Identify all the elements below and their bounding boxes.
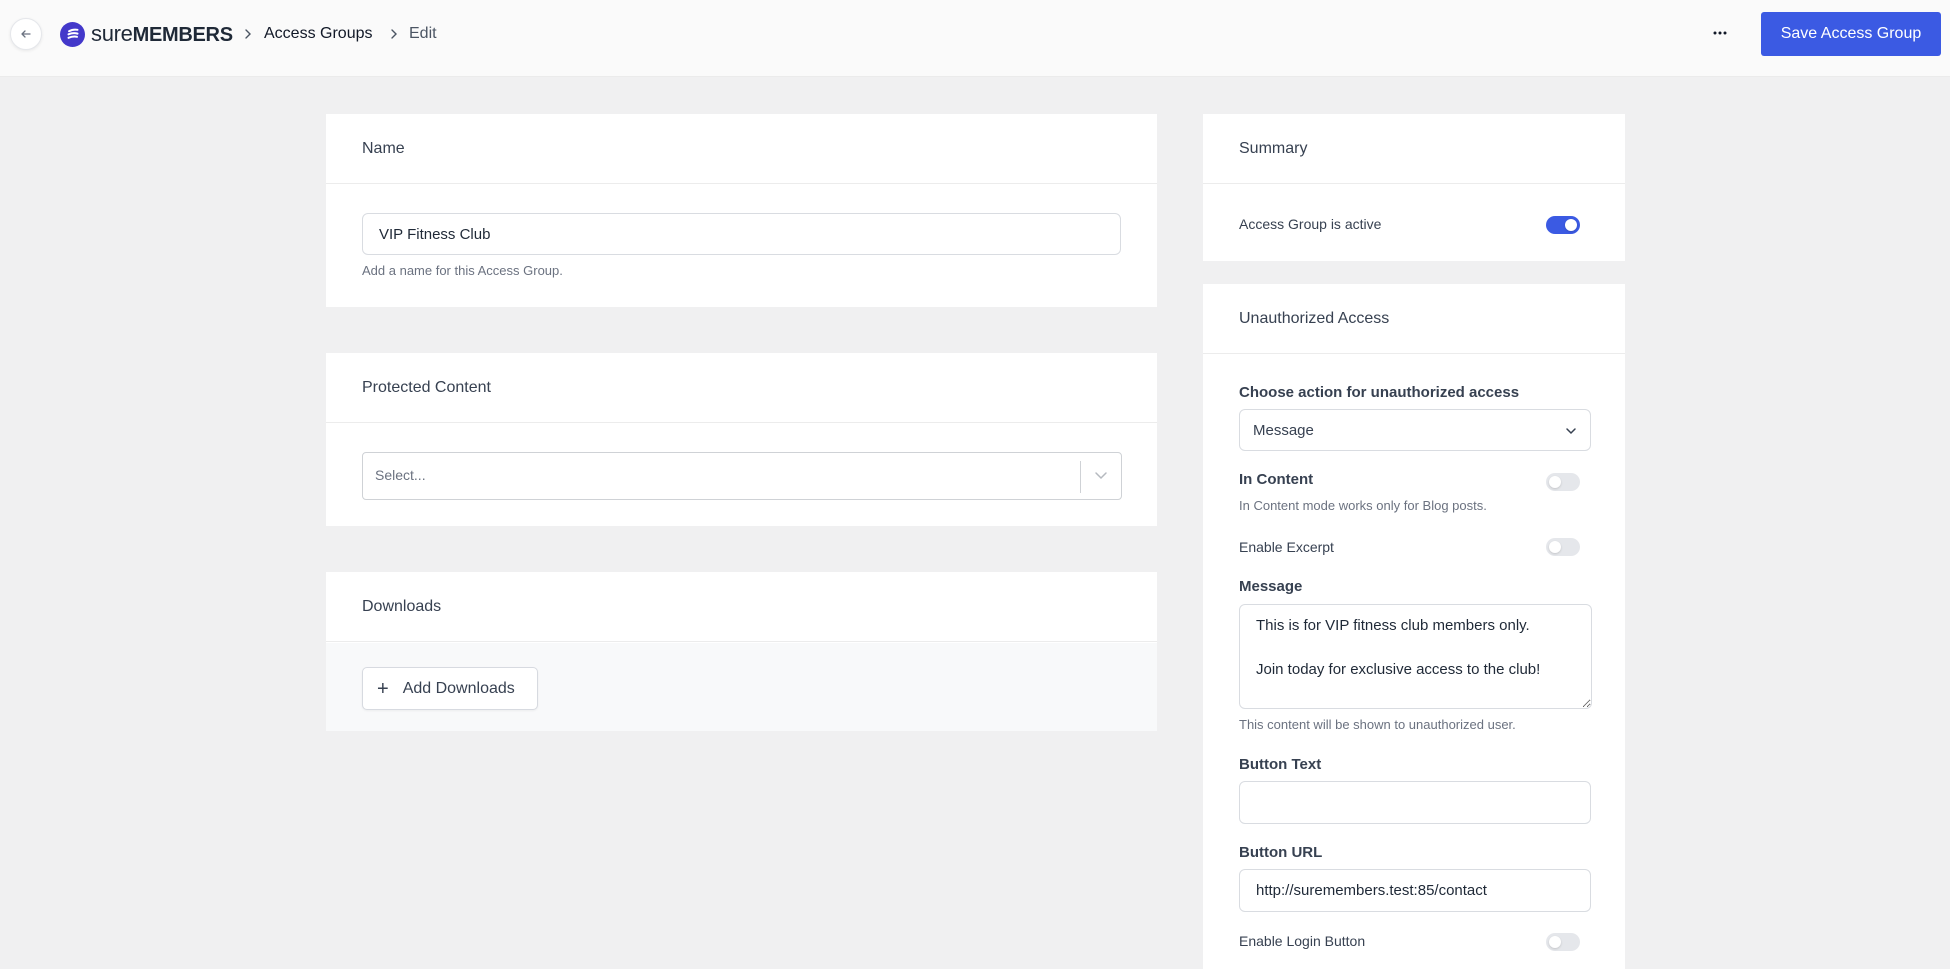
- add-downloads-button[interactable]: + Add Downloads: [362, 667, 538, 710]
- suremembers-logo-icon: [60, 21, 85, 47]
- summary-title: Summary: [1203, 114, 1625, 184]
- logo-text-sure: sure: [91, 20, 133, 46]
- more-options-button[interactable]: [1706, 22, 1734, 46]
- select-placeholder: Select...: [375, 467, 426, 483]
- arrow-left-icon: [21, 30, 31, 38]
- suremembers-logo[interactable]: sureMEMBERS: [60, 21, 233, 47]
- toggle-knob: [1549, 541, 1561, 553]
- protected-content-title: Protected Content: [326, 353, 1157, 423]
- top-header: sureMEMBERS Access Groups Edit Save Acce…: [0, 0, 1950, 77]
- name-help-text: Add a name for this Access Group.: [362, 263, 563, 278]
- downloads-title: Downloads: [326, 572, 1157, 642]
- name-card-title: Name: [326, 114, 1157, 184]
- downloads-card: Downloads + Add Downloads: [326, 572, 1157, 731]
- button-url-label: Button URL: [1239, 844, 1323, 861]
- unauthorized-access-title: Unauthorized Access: [1203, 284, 1625, 354]
- button-text-label: Button Text: [1239, 756, 1322, 773]
- message-textarea[interactable]: [1239, 604, 1592, 709]
- button-text-input[interactable]: [1239, 781, 1591, 824]
- access-group-name-input[interactable]: [362, 213, 1121, 255]
- plus-icon: +: [377, 677, 389, 700]
- ellipsis-icon: [1713, 31, 1727, 35]
- protected-content-select[interactable]: Select...: [362, 452, 1122, 500]
- action-label: Choose action for unauthorized access: [1239, 384, 1520, 401]
- breadcrumb-edit: Edit: [409, 25, 437, 42]
- toggle-knob: [1549, 936, 1561, 948]
- unauthorized-access-card: Unauthorized Access Choose action for un…: [1203, 284, 1625, 969]
- toggle-knob: [1549, 476, 1561, 488]
- logo-text: sureMEMBERS: [91, 21, 233, 48]
- active-toggle[interactable]: [1546, 216, 1580, 234]
- downloads-body: + Add Downloads: [326, 643, 1157, 731]
- message-help: This content will be shown to unauthoriz…: [1239, 717, 1516, 732]
- message-label: Message: [1239, 578, 1303, 595]
- unauthorized-action-select[interactable]: Message: [1239, 409, 1591, 451]
- in-content-label: In Content: [1239, 471, 1314, 488]
- enable-excerpt-toggle[interactable]: [1546, 538, 1580, 556]
- breadcrumb-access-groups[interactable]: Access Groups: [264, 24, 372, 44]
- save-access-group-button[interactable]: Save Access Group: [1761, 12, 1941, 56]
- name-card: Name Add a name for this Access Group.: [326, 114, 1157, 307]
- protected-content-card: Protected Content Select...: [326, 353, 1157, 526]
- in-content-help: In Content mode works only for Blog post…: [1239, 498, 1487, 513]
- add-downloads-label: Add Downloads: [402, 679, 515, 697]
- chevron-right-icon: [391, 29, 397, 39]
- enable-login-button-label: Enable Login Button: [1239, 933, 1366, 949]
- button-url-input[interactable]: [1239, 869, 1591, 912]
- toggle-knob: [1565, 219, 1577, 231]
- in-content-toggle[interactable]: [1546, 473, 1580, 491]
- back-button[interactable]: [10, 18, 42, 50]
- enable-excerpt-label: Enable Excerpt: [1239, 539, 1334, 555]
- enable-login-button-toggle[interactable]: [1546, 933, 1580, 951]
- active-label: Access Group is active: [1239, 216, 1382, 232]
- chevron-down-icon: [1566, 428, 1576, 435]
- summary-card: Summary Access Group is active: [1203, 114, 1625, 261]
- chevron-right-icon: [245, 29, 251, 39]
- select-divider: [1080, 461, 1081, 493]
- action-selected-value: Message: [1253, 422, 1314, 439]
- logo-text-members: MEMBERS: [132, 23, 233, 46]
- chevron-down-icon[interactable]: [1093, 467, 1109, 483]
